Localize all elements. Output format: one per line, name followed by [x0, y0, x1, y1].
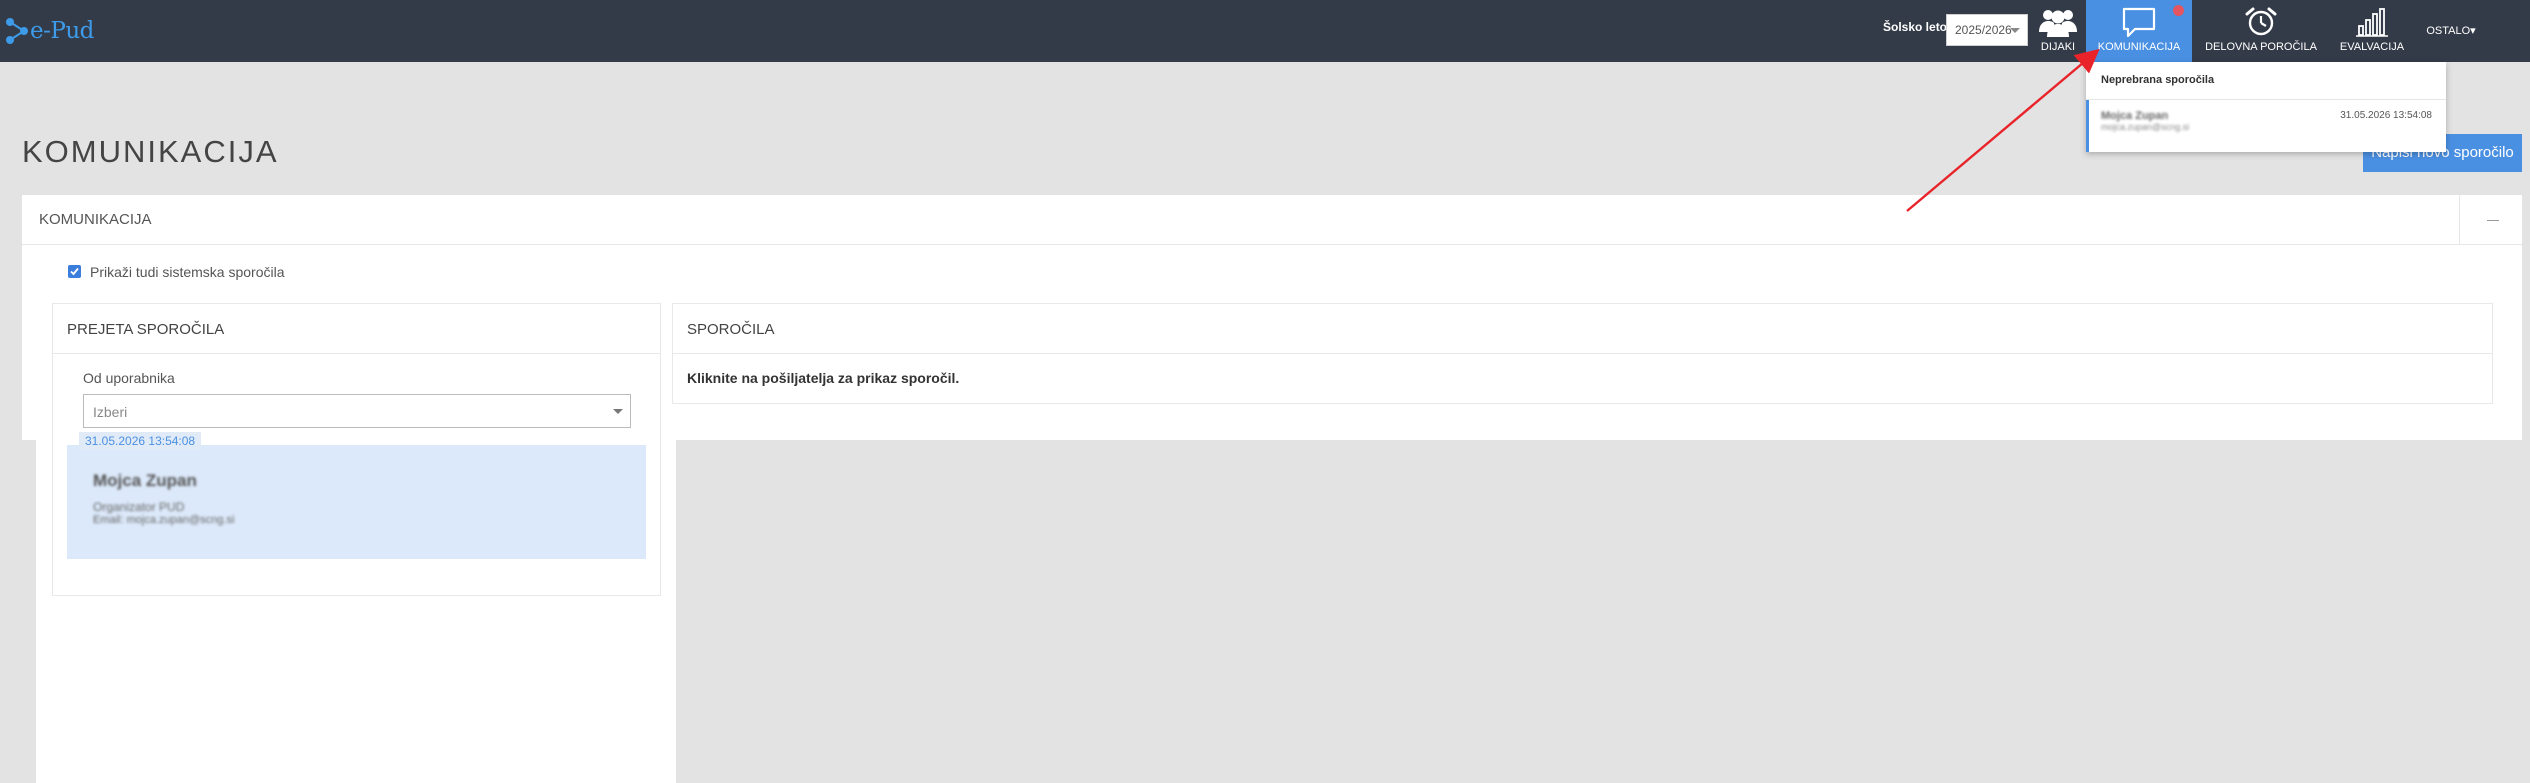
unread-message-date: 31.05.2026 13:54:08: [2340, 110, 2432, 121]
school-year-label: Šolsko leto:: [1883, 20, 1952, 34]
messages-box: SPOROČILA Kliknite na pošiljatelja za pr…: [672, 303, 2493, 404]
logo-mark-icon: [6, 18, 28, 44]
nav-evalvacija[interactable]: EVALVACIJA: [2330, 0, 2414, 62]
nav-ostalo-label: OSTALO▾: [2426, 25, 2476, 37]
users-icon: [2039, 10, 2077, 37]
unread-message-item[interactable]: Mojca Zupan mojca.zupan@scng.si 31.05.20…: [2086, 100, 2446, 152]
nav-komunikacija-label: KOMUNIKACIJA: [2097, 41, 2181, 53]
messages-title: SPOROČILA: [687, 321, 775, 338]
message-date-tag: 31.05.2026 13:54:08: [79, 432, 202, 450]
app-logo[interactable]: e-Pud: [4, 12, 134, 52]
from-user-label: Od uporabnika: [83, 370, 175, 386]
chat-bubble-icon: [2122, 7, 2156, 38]
from-user-select[interactable]: Izberi: [83, 394, 631, 428]
received-messages-box: PREJETA SPOROČILA Od uporabnika Izberi M…: [52, 303, 661, 596]
nav-delovna-porocila[interactable]: DELOVNA POROČILA: [2196, 0, 2326, 62]
unread-sender-name: Mojca Zupan: [2101, 110, 2169, 122]
message-list-item[interactable]: Mojca Zupan Organizator PUD Email: mojca…: [67, 445, 646, 559]
nav-komunikacija[interactable]: KOMUNIKACIJA: [2086, 0, 2192, 62]
nav-evalvacija-label: EVALVACIJA: [2339, 41, 2405, 53]
sender-email: Email: mojca.zupan@scng.si: [93, 514, 235, 526]
show-system-messages-label[interactable]: Prikaži tudi sistemska sporočila: [90, 264, 285, 280]
alarm-clock-icon: [2245, 7, 2277, 36]
collapse-button[interactable]: [2459, 195, 2522, 245]
school-year-value: 2025/2026: [1955, 23, 2012, 37]
chevron-down-icon: [613, 409, 623, 414]
show-system-messages-checkbox[interactable]: [68, 265, 81, 278]
logo-text: e-Pud: [30, 18, 94, 44]
nav-delovna-porocila-label: DELOVNA POROČILA: [2205, 41, 2317, 53]
nav-ostalo[interactable]: OSTALO▾: [2418, 0, 2484, 62]
unread-messages-dropdown: Neprebrana sporočila Mojca Zupan mojca.z…: [2086, 62, 2446, 152]
minus-icon: [2487, 220, 2499, 221]
panel-title: KOMUNIKACIJA: [39, 211, 152, 228]
chevron-down-icon: [2010, 28, 2020, 33]
sender-name: Mojca Zupan: [93, 471, 197, 490]
school-year-select[interactable]: 2025/2026: [1946, 14, 2028, 46]
sender-role: Organizator PUD: [93, 500, 185, 514]
unread-sender-email: mojca.zupan@scng.si: [2101, 122, 2190, 132]
notification-badge: [2173, 5, 2184, 16]
bar-chart-icon: [2356, 8, 2388, 37]
checkmark-icon: [70, 267, 79, 276]
messages-header: SPOROČILA: [673, 304, 2492, 354]
panel-header: KOMUNIKACIJA: [22, 195, 2522, 245]
messages-hint: Kliknite na pošiljatelja za prikaz sporo…: [687, 370, 960, 386]
nav-dijaki-label: DIJAKI: [2040, 41, 2076, 53]
received-messages-header: PREJETA SPOROČILA: [53, 304, 660, 354]
unread-messages-title: Neprebrana sporočila: [2101, 74, 2215, 86]
received-messages-title: PREJETA SPOROČILA: [67, 321, 225, 338]
nav-dijaki[interactable]: DIJAKI: [2032, 0, 2084, 62]
page-title: KOMUNIKACIJA: [22, 134, 279, 169]
from-user-placeholder: Izberi: [93, 404, 128, 420]
